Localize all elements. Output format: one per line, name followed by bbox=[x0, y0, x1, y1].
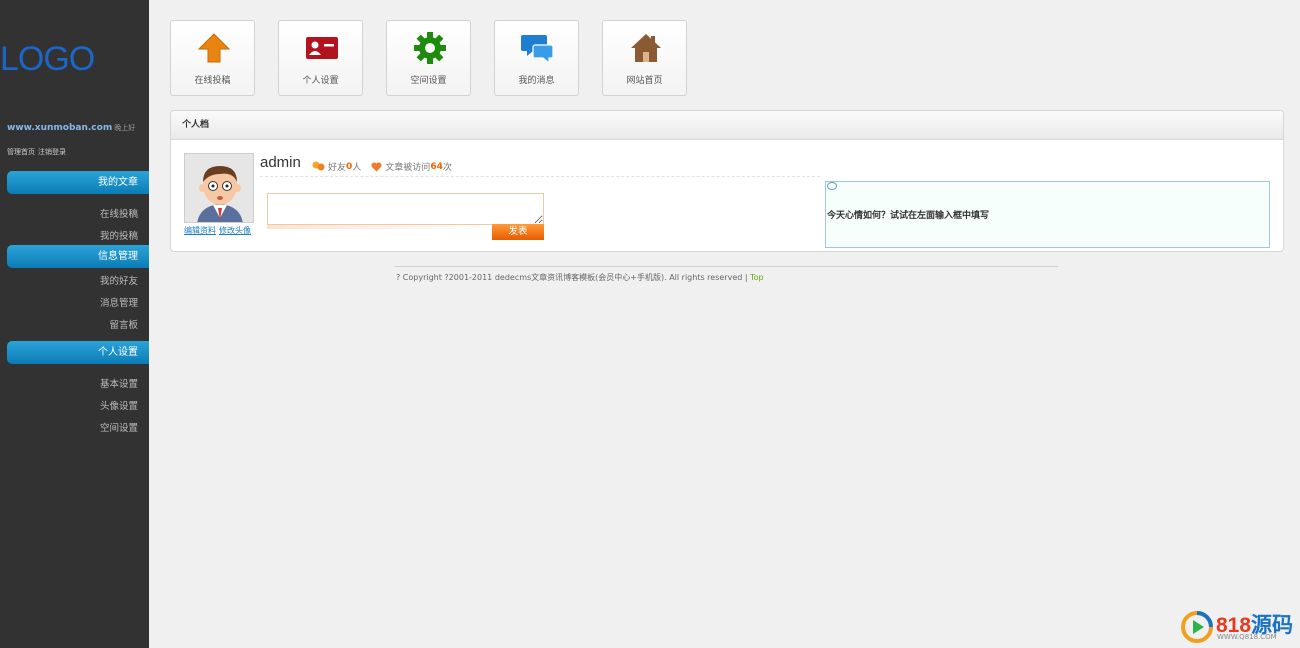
logout-link[interactable]: 注销登录 bbox=[38, 148, 66, 156]
upload-arrow-icon bbox=[197, 33, 231, 63]
menu-item-avatar-settings[interactable]: 头像设置 bbox=[100, 398, 138, 412]
avatar-links: 编辑资料 修改头像 bbox=[184, 225, 254, 236]
site-logo[interactable]: LOGO bbox=[0, 40, 95, 79]
visits-label: 文章被访问 bbox=[385, 163, 431, 173]
greeting-text: 晚上好 bbox=[114, 124, 136, 132]
edit-profile-link[interactable]: 编辑资料 bbox=[184, 226, 216, 235]
friends-label: 好友 bbox=[328, 163, 347, 173]
divider bbox=[260, 176, 820, 177]
menu-item-my-friends[interactable]: 我的好友 bbox=[100, 273, 138, 287]
visits-unit: 次 bbox=[442, 163, 452, 173]
sidebar: LOGO www.xunmoban.com 晚上好 管理首页 注销登录 我的文章 在… bbox=[0, 0, 149, 648]
menu-item-online-submit[interactable]: 在线投稿 bbox=[100, 206, 138, 220]
top-link[interactable]: Top bbox=[750, 273, 764, 282]
menu-item-message-management[interactable]: 消息管理 bbox=[100, 295, 138, 309]
post-button[interactable]: 发表 bbox=[492, 224, 544, 240]
avatar[interactable] bbox=[184, 153, 254, 223]
change-avatar-link[interactable]: 修改头像 bbox=[219, 226, 251, 235]
tile-label: 空间设置 bbox=[410, 76, 447, 86]
friends-icon bbox=[312, 161, 325, 171]
tile-site-home[interactable]: 网站首页 bbox=[602, 20, 687, 96]
copyright-text: ? Copyright ?2001-2011 dedecms文章资讯博客模板(会… bbox=[396, 273, 751, 282]
gear-icon bbox=[414, 32, 446, 64]
tile-label: 在线投稿 bbox=[194, 76, 231, 86]
menu-section-my-articles[interactable]: 我的文章 bbox=[7, 171, 149, 194]
site-info: www.xunmoban.com 晚上好 bbox=[7, 123, 135, 133]
tile-online-submit[interactable]: 在线投稿 bbox=[170, 20, 255, 96]
admin-home-link[interactable]: 管理首页 bbox=[7, 148, 35, 156]
footer: ? Copyright ?2001-2011 dedecms文章资讯博客模板(会… bbox=[396, 272, 764, 283]
tile-label: 网站首页 bbox=[626, 76, 663, 86]
profile-panel: 个人档 编辑资料 修改头像 admin 好友 0 人 文章被访问 64 次 发表… bbox=[170, 110, 1284, 252]
menu-section-info-management[interactable]: 信息管理 bbox=[7, 245, 149, 268]
tile-space-settings[interactable]: 空间设置 bbox=[386, 20, 471, 96]
watermark: 818源码 WWW.Q818.COM bbox=[1180, 609, 1298, 645]
user-stats: 好友 0 人 文章被访问 64 次 bbox=[311, 160, 452, 173]
user-links: 管理首页 注销登录 bbox=[7, 147, 69, 157]
avatar-image bbox=[185, 154, 253, 222]
heart-icon bbox=[371, 161, 382, 171]
menu-item-space-settings[interactable]: 空间设置 bbox=[100, 420, 138, 434]
chat-bubbles-icon bbox=[521, 35, 554, 64]
site-url-link[interactable]: www.xunmoban.com bbox=[7, 123, 112, 133]
panel-title: 个人档 bbox=[171, 111, 1283, 140]
menu-item-guestbook[interactable]: 留言板 bbox=[109, 317, 138, 331]
speech-bubble-icon bbox=[827, 182, 837, 190]
menu-item-my-submissions[interactable]: 我的投稿 bbox=[100, 228, 138, 242]
tile-label: 我的消息 bbox=[518, 76, 555, 86]
username: admin bbox=[260, 154, 301, 171]
mood-hint: 今天心情如何？试试在左面输入框中填写 bbox=[827, 211, 990, 221]
mood-input[interactable] bbox=[267, 193, 544, 225]
mood-display: 今天心情如何？试试在左面输入框中填写 bbox=[825, 181, 1270, 248]
play-logo-icon bbox=[1181, 611, 1213, 643]
tile-label: 个人设置 bbox=[302, 76, 339, 86]
tile-personal-settings[interactable]: 个人设置 bbox=[278, 20, 363, 96]
input-decoration bbox=[267, 225, 492, 229]
menu-section-personal-settings[interactable]: 个人设置 bbox=[7, 341, 149, 364]
friends-unit: 人 bbox=[352, 163, 362, 173]
watermark-url: WWW.Q818.COM bbox=[1217, 633, 1277, 641]
id-card-icon bbox=[306, 37, 338, 59]
home-icon bbox=[631, 34, 661, 62]
visits-count: 64 bbox=[430, 161, 443, 172]
menu-item-basic-settings[interactable]: 基本设置 bbox=[100, 376, 138, 390]
footer-divider bbox=[395, 266, 1058, 267]
tile-my-messages[interactable]: 我的消息 bbox=[494, 20, 579, 96]
